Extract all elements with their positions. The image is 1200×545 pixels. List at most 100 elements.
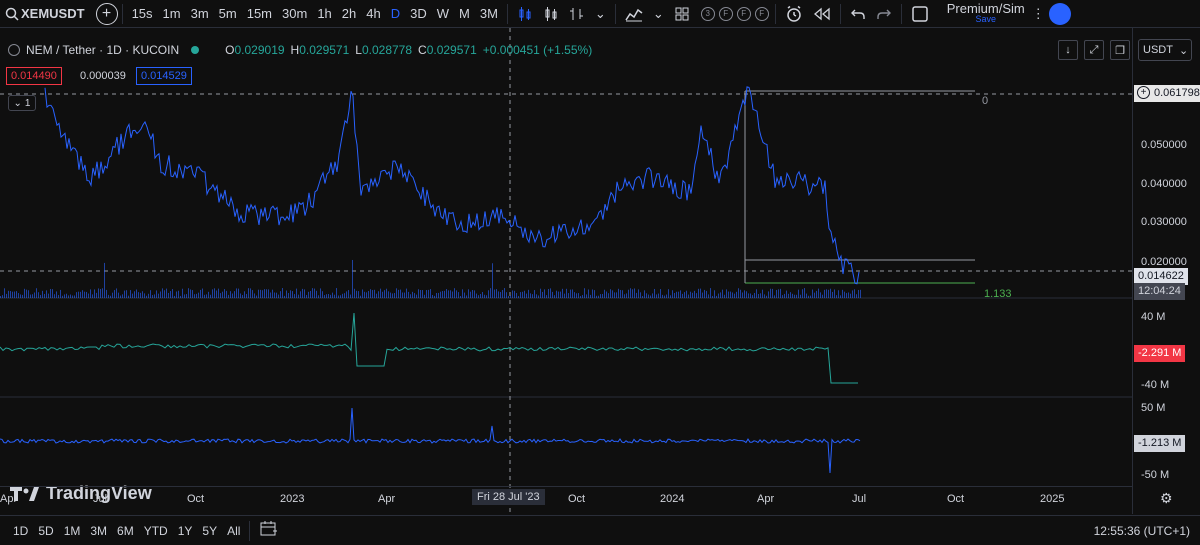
range-3m[interactable]: 3M [85,524,112,538]
restore-button[interactable]: ❐ [1110,40,1130,60]
volume-bar [626,293,627,298]
volume-bar [6,293,7,298]
volume-bar [776,289,777,298]
replay-button[interactable] [808,2,836,26]
range-ytd[interactable]: YTD [139,524,173,538]
indicator-template-pill[interactable]: F [718,6,733,21]
add-alert-icon[interactable]: + [1137,86,1150,99]
symbol-search-button[interactable]: XEMUSDT [0,2,90,26]
more-menu-icon[interactable]: ⋮ [1032,6,1045,22]
volume-bar [220,293,221,298]
price-tick-label: 0.050000 [1141,139,1187,151]
pane2-tick-label: 40 M [1141,311,1166,323]
volume-bar [854,289,855,298]
legend-title[interactable]: NEM / Tether · 1D · KUCOIN [26,43,179,57]
publish-button[interactable] [1048,2,1071,25]
bottom-toolbar: 1D 5D 1M 3M 6M YTD 1Y 5Y All 12:55:36 (UTC+1) [0,515,1200,545]
goto-date-button[interactable] [254,520,284,541]
divider [614,3,616,24]
volume-bar [470,291,471,298]
sell-price-button[interactable]: 0.014490 [6,67,62,85]
layout-button[interactable] [669,2,695,26]
indicator-template-pill[interactable]: 3 [700,6,715,21]
volume-bar [574,292,575,298]
interval-30m[interactable]: 30m [277,2,312,26]
maximize-button[interactable]: ⤢ [1084,40,1104,60]
volume-bar [848,292,849,298]
interval-3m[interactable]: 3m [186,2,214,26]
volume-bar [378,291,379,298]
redo-button[interactable] [871,2,897,26]
interval-3m[interactable]: 3M [475,2,503,26]
alert-button[interactable] [780,2,808,26]
interval-15m[interactable]: 15m [242,2,277,26]
range-5d[interactable]: 5D [33,524,58,538]
volume-bar [174,295,175,298]
currency-select[interactable]: USDT ⌄ [1138,39,1192,61]
scroll-down-button[interactable]: ↓ [1058,40,1078,60]
volume-bar [526,293,527,298]
range-1m[interactable]: 1M [59,524,86,538]
add-symbol-button[interactable]: + [95,2,118,25]
time-axis[interactable]: Apr Jul Oct 2023 Apr Fri 28 Jul '23 Oct 2024 Apr… [0,486,1132,514]
volume-bar [568,293,569,298]
time-tick-label: Jul [93,493,108,505]
volume-bar [4,288,5,298]
ohlc-button[interactable] [564,2,590,26]
interval-m[interactable]: M [454,2,475,26]
clock[interactable]: 12:55:36 (UTC+1) [1094,524,1190,538]
volume-bar [164,290,165,298]
buy-price-button[interactable]: 0.014529 [136,67,192,85]
volume-bar [410,294,411,298]
settings-icon[interactable]: ⚙ [1160,490,1173,507]
volume-bar [566,288,567,298]
volume-bar [632,289,633,298]
volume-bar [268,289,269,298]
volume-bar [678,291,679,298]
candles-button[interactable] [512,2,538,26]
pane-collapse-toggle[interactable]: ⌄ 1 [8,95,36,111]
interval-3d[interactable]: 3D [405,2,432,26]
bars-button[interactable] [538,2,564,26]
volume-bar [312,288,313,298]
interval-d[interactable]: D [386,2,405,26]
account-button[interactable]: Premium/Sim Save [942,2,1030,26]
volume-bar [190,289,191,298]
volume-bar [670,295,671,298]
volume-bar [534,290,535,298]
chart-canvas[interactable]: 0 1.133 TradingView [0,28,1132,514]
volume-bar [442,291,443,298]
interval-2h[interactable]: 2h [337,2,361,26]
volume-bar [310,290,311,298]
range-1d[interactable]: 1D [8,524,33,538]
interval-4h[interactable]: 4h [361,2,385,26]
volume-bar [196,293,197,298]
volume-bar [594,290,595,298]
indicators-dropdown[interactable]: ⌄ [648,2,669,26]
volume-bar [188,288,189,298]
volume-bar [420,290,421,298]
range-6m[interactable]: 6M [112,524,139,538]
fullscreen-button[interactable] [906,2,934,26]
volume-bar [70,294,71,298]
pane2-series-line [0,312,858,384]
volume-bar [78,291,79,298]
volume-bar [198,292,199,298]
indicators-button[interactable] [620,2,648,26]
undo-button[interactable] [845,2,871,26]
volume-bar [504,288,505,298]
range-1y[interactable]: 1Y [173,524,198,538]
indicator-template-pill[interactable]: F [736,6,751,21]
indicator-template-pill[interactable]: F [754,6,769,21]
interval-w[interactable]: W [432,2,454,26]
interval-1m[interactable]: 1m [158,2,186,26]
interval-1h[interactable]: 1h [312,2,336,26]
chevron-down-icon: ⌄ [652,5,664,21]
interval-15s[interactable]: 15s [127,2,158,26]
chart-type-dropdown[interactable]: ⌄ [590,2,611,26]
range-all[interactable]: All [222,524,245,538]
volume-bar [570,289,571,298]
interval-5m[interactable]: 5m [214,2,242,26]
range-5y[interactable]: 5Y [197,524,222,538]
volume-bar [104,262,105,298]
